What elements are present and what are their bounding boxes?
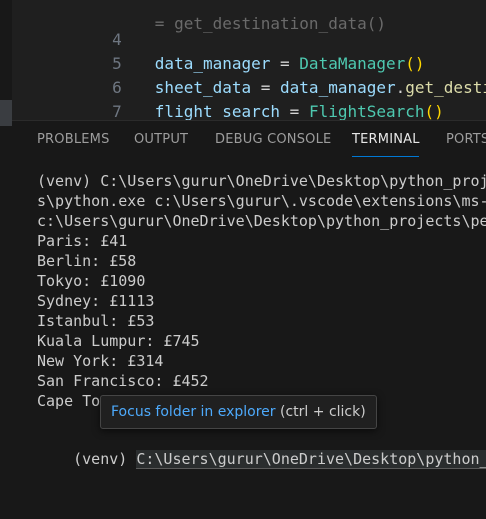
vscode-window: = get_destination_data() 4 5 data_manager… [0,0,486,519]
tab-output[interactable]: OUTPUT [134,132,188,147]
code-token-class: FlightSearch [308,102,425,120]
code-token-operator: = [280,102,309,120]
tab-ports[interactable]: PORTS [446,132,486,147]
terminal-line: New York: £314 [37,352,164,370]
code-line-6: 6sheet_data = data_manager.get_destinati… [12,52,486,97]
prompt-prefix: (venv) [73,450,137,468]
tab-problems[interactable]: PROBLEMS [37,132,110,147]
terminal-line: c:\Users\gurur\OneDrive\Desktop\python_p… [37,212,486,230]
terminal-line: Kuala Lumpur: £745 [37,332,200,350]
tab-debug-console[interactable]: DEBUG CONSOLE [215,132,331,147]
terminal-line: Istanbul: £53 [37,312,155,330]
terminal-line: s\python.exe c:\Users\gurur\.vscode\exte… [37,192,486,210]
prompt-path-link[interactable]: C:\Users\gurur\OneDrive\Desktop\python_p… [136,450,486,469]
code-line-4: 4 [12,4,155,49]
terminal-line: San Francisco: £452 [37,372,209,390]
code-line-5: 5 data_manager = DataManager() [12,28,424,73]
code-line-8: 8 [12,100,155,120]
terminal-line: Berlin: £58 [37,252,137,270]
tooltip-hint: (ctrl + click) [275,404,366,420]
terminal-line: Cape To [37,392,101,410]
terminal-line: Sydney: £1113 [37,292,155,310]
activity-bar-active-item[interactable] [0,100,12,126]
code-token-paren: () [424,102,444,120]
terminal-line: Paris: £41 [37,232,128,250]
terminal-line: (venv) C:\Users\gurur\OneDrive\Desktop\p… [37,172,486,190]
panel-tabs: PROBLEMS OUTPUT DEBUG CONSOLE TERMINAL P… [12,121,486,159]
code-token-variable: flight_search [154,102,281,120]
activity-bar-strip [0,0,12,519]
terminal-line: Tokyo: £1090 [37,272,146,290]
hover-tooltip: Focus folder in explorer (ctrl + click) [100,395,377,429]
active-tab-indicator [352,156,419,157]
code-editor[interactable]: = get_destination_data() 4 5 data_manager… [12,0,486,120]
terminal-prompt[interactable]: (venv) C:\Users\gurur\OneDrive\Desktop\p… [37,429,486,469]
code-line-7: 7 flight_search = FlightSearch() [12,76,444,120]
tab-terminal[interactable]: TERMINAL [352,132,420,147]
focus-folder-link[interactable]: Focus folder in explorer [111,404,276,420]
